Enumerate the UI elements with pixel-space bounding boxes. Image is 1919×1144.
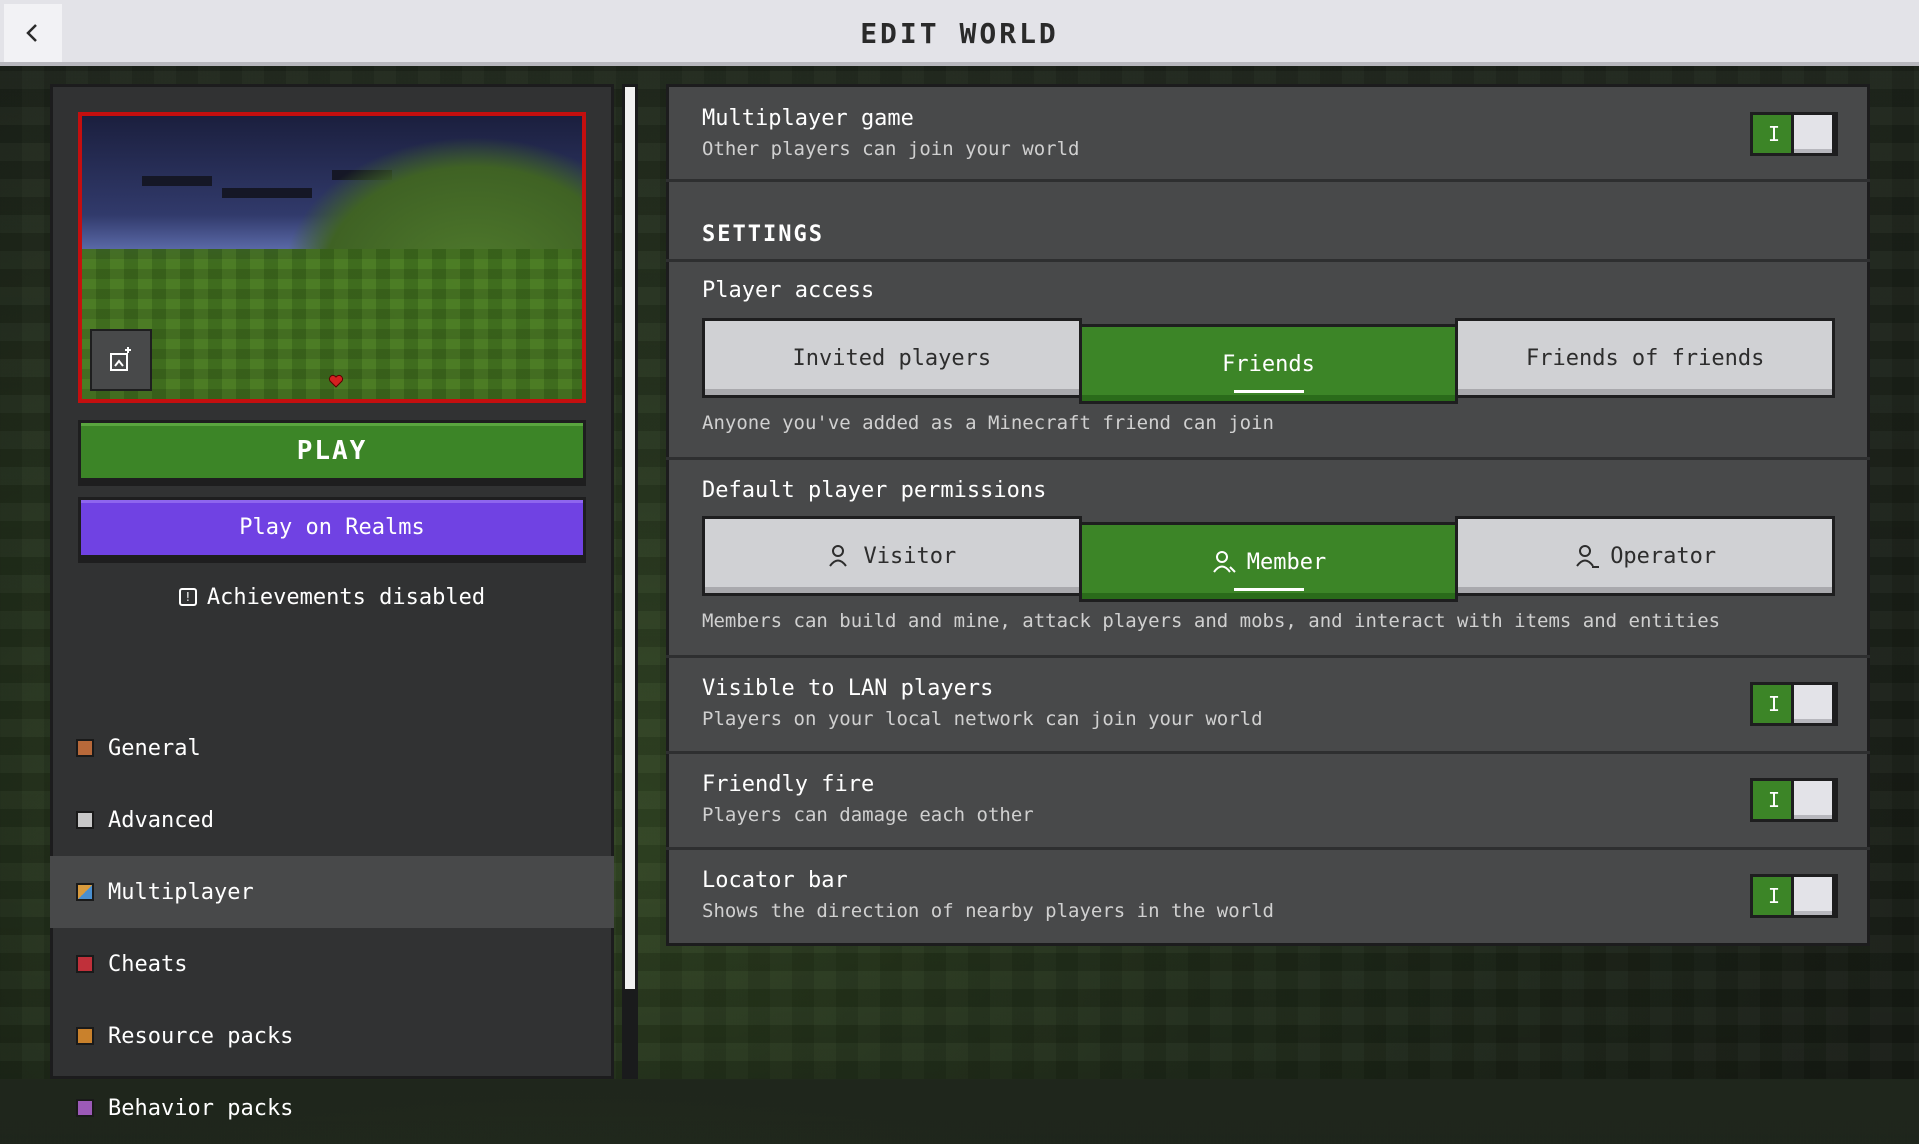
multiplayer-icon	[76, 883, 94, 901]
option-label: Friends	[1222, 351, 1315, 377]
sidebar-nav: General Advanced Multiplayer Cheats Reso…	[50, 712, 614, 1144]
toggle-knob	[1791, 112, 1835, 156]
default-permissions-desc: Members can build and mine, attack playe…	[702, 610, 1721, 632]
default-permissions-row: Default player permissions Visitor Membe…	[666, 460, 1870, 658]
friendly-fire-row: Friendly fire Players can damage each ot…	[666, 754, 1870, 850]
player-access-friends-of-friends-button[interactable]: Friends of friends	[1455, 318, 1836, 398]
sidebar-item-multiplayer[interactable]: Multiplayer	[50, 856, 614, 928]
achievements-text: Achievements disabled	[206, 584, 486, 610]
edit-image-icon	[110, 347, 131, 371]
left-sidebar: PLAY Play on Realms ! Achievements disab…	[50, 84, 614, 1121]
lan-visibility-row: Visible to LAN players Players on your l…	[666, 658, 1870, 754]
sidebar-item-label: Resource packs	[108, 1023, 294, 1049]
cheats-icon	[76, 955, 94, 973]
operator-person-icon	[1576, 545, 1600, 568]
player-access-row: Player access Invited players Friends Fr…	[666, 262, 1870, 460]
player-access-friends-button[interactable]: Friends	[1078, 324, 1459, 404]
toggle-on-indicator: I	[1753, 781, 1795, 819]
multiplayer-game-desc: Other players can join your world	[702, 138, 1080, 160]
player-access-title: Player access	[702, 278, 875, 303]
locator-bar-toggle[interactable]: I	[1750, 874, 1838, 918]
settings-section-row	[666, 182, 1870, 262]
locator-bar-row: Locator bar Shows the direction of nearb…	[666, 850, 1870, 946]
member-person-icon	[1212, 551, 1236, 573]
settings-panel: Multiplayer game Other players can join …	[666, 84, 1870, 946]
multiplayer-game-row: Multiplayer game Other players can join …	[666, 84, 1870, 182]
sidebar-item-cheats[interactable]: Cheats	[50, 928, 614, 1000]
player-access-selector: Invited players Friends Friends of frien…	[702, 318, 1836, 404]
friendly-fire-title: Friendly fire	[702, 772, 875, 797]
option-label: Member	[1246, 549, 1327, 575]
toggle-knob	[1791, 778, 1835, 822]
lan-visibility-desc: Players on your local network can join y…	[702, 708, 1263, 730]
default-permissions-title: Default player permissions	[702, 478, 1047, 503]
selected-underline	[1233, 390, 1304, 393]
sidebar-item-label: Multiplayer	[108, 879, 254, 905]
toggle-knob	[1791, 874, 1835, 918]
info-icon: !	[178, 588, 197, 606]
lan-visibility-toggle[interactable]: I	[1750, 682, 1838, 726]
player-access-invited-button[interactable]: Invited players	[702, 318, 1082, 398]
preview-cloud	[142, 176, 212, 186]
sidebar-item-general[interactable]: General	[50, 712, 614, 784]
option-label: Invited players	[792, 345, 992, 371]
behavior-packs-icon	[76, 1099, 94, 1117]
sidebar-item-behavior-packs[interactable]: Behavior packs	[50, 1072, 614, 1144]
friendly-fire-toggle[interactable]: I	[1750, 778, 1838, 822]
friendly-fire-desc: Players can damage each other	[702, 804, 1034, 826]
page-title: EDIT WORLD	[860, 16, 1059, 50]
world-preview-image	[78, 112, 586, 403]
multiplayer-game-toggle[interactable]: I	[1750, 112, 1838, 156]
general-icon	[76, 739, 94, 757]
play-on-realms-button[interactable]: Play on Realms	[78, 497, 586, 563]
settings-section-header: SETTINGS	[702, 222, 824, 247]
locator-bar-title: Locator bar	[702, 868, 848, 893]
toggle-on-indicator: I	[1753, 685, 1795, 723]
toggle-on-indicator: I	[1753, 115, 1795, 153]
lan-visibility-title: Visible to LAN players	[702, 676, 994, 701]
multiplayer-game-title: Multiplayer game	[702, 106, 914, 131]
scrollbar-thumb[interactable]	[624, 86, 636, 990]
achievements-status: ! Achievements disabled	[78, 580, 586, 614]
player-access-desc: Anyone you've added as a Minecraft frien…	[702, 412, 1274, 434]
permission-operator-button[interactable]: Operator	[1455, 516, 1836, 596]
default-permissions-selector: Visitor Member Operator	[702, 516, 1836, 602]
toggle-knob	[1791, 682, 1835, 726]
option-label: Operator	[1610, 543, 1717, 569]
sidebar-item-advanced[interactable]: Advanced	[50, 784, 614, 856]
resource-packs-icon	[76, 1027, 94, 1045]
edit-image-button[interactable]	[90, 329, 152, 391]
sidebar-item-label: Advanced	[108, 807, 214, 833]
permission-visitor-button[interactable]: Visitor	[702, 516, 1082, 596]
sidebar-item-label: Behavior packs	[108, 1095, 294, 1121]
heart-icon	[328, 374, 344, 388]
option-label: Visitor	[863, 543, 957, 569]
locator-bar-desc: Shows the direction of nearby players in…	[702, 900, 1274, 922]
toggle-on-indicator: I	[1753, 877, 1795, 915]
sidebar-item-label: General	[108, 735, 201, 761]
sidebar-item-label: Cheats	[108, 951, 188, 977]
selected-underline	[1233, 588, 1304, 591]
play-button[interactable]: PLAY	[78, 420, 586, 486]
advanced-icon	[76, 811, 94, 829]
permission-member-button[interactable]: Member	[1078, 522, 1459, 602]
header-bar: EDIT WORLD	[0, 0, 1919, 66]
visitor-person-icon	[829, 545, 848, 567]
option-label: Friends of friends	[1525, 345, 1765, 371]
sidebar-item-resource-packs[interactable]: Resource packs	[50, 1000, 614, 1072]
